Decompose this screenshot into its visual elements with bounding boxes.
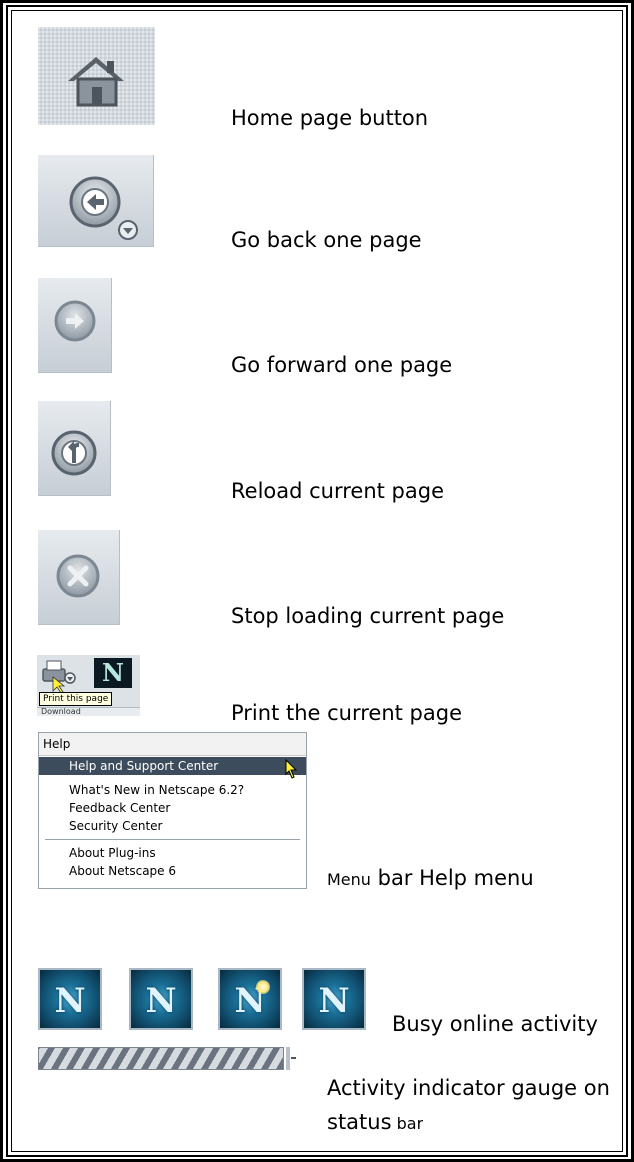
menu-item-feedback-center[interactable]: Feedback Center (39, 799, 306, 817)
gauge-tick (291, 1057, 296, 1059)
netscape-n-icon: N (145, 981, 177, 1021)
gauge-end-cap (286, 1047, 290, 1070)
menu-item-help-support-center[interactable]: Help and Support Center (39, 757, 306, 779)
reload-button[interactable] (38, 401, 111, 496)
gauge-caption-status: status (327, 1110, 392, 1134)
cursor-icon (285, 759, 298, 779)
menu-item-security-center[interactable]: Security Center (39, 817, 306, 835)
stop-caption: Stop loading current page (231, 604, 505, 628)
menu-bar[interactable]: Help (39, 733, 306, 756)
back-button[interactable] (38, 155, 154, 247)
activity-caption: Busy online activity (392, 1012, 598, 1036)
reload-icon (51, 430, 97, 476)
gauge-caption-line1: Activity indicator gauge on (327, 1076, 610, 1100)
home-button[interactable] (38, 27, 155, 125)
back-arrow-icon (69, 176, 138, 240)
stop-button[interactable] (38, 530, 120, 625)
print-caption: Print the current page (231, 701, 462, 725)
gauge-caption-bar: bar (391, 1114, 424, 1133)
activity-tile-2: N (129, 968, 193, 1030)
gauge-caption-line2: status bar (327, 1110, 423, 1156)
netscape-n-icon: N (54, 981, 86, 1021)
menu-item-about-plugins[interactable]: About Plug-ins (39, 844, 306, 862)
activity-gauge (38, 1047, 284, 1070)
strip-label: Download (41, 707, 81, 716)
help-caption-menu: Menu (327, 870, 371, 889)
menu-item-whats-new[interactable]: What's New in Netscape 6.2? (39, 781, 306, 799)
netscape-n-icon: N (318, 981, 350, 1021)
menu-item-label: Help and Support Center (69, 759, 219, 773)
activity-tile-1: N (38, 968, 102, 1030)
print-icon[interactable] (37, 655, 87, 693)
menu-item-about-netscape[interactable]: About Netscape 6 (39, 862, 306, 880)
netscape-n-icon: N (234, 981, 266, 1021)
forward-button[interactable] (38, 278, 112, 373)
print-tooltip: Print this page (39, 692, 113, 706)
comet-glow-icon (256, 980, 270, 994)
toolbar-strip: Download (37, 707, 140, 716)
reload-caption: Reload current page (231, 479, 445, 503)
menu-title-help[interactable]: Help (43, 737, 70, 751)
home-icon (38, 27, 155, 125)
forward-caption: Go forward one page (231, 353, 453, 377)
activity-tile-4: N (302, 968, 366, 1030)
help-menu: Help Help and Support Center What's New … (38, 732, 307, 889)
netscape-n-logo[interactable]: N (94, 658, 132, 688)
help-caption-rest: bar Help menu (370, 866, 534, 890)
home-caption: Home page button (231, 106, 429, 130)
forward-arrow-icon (54, 300, 96, 342)
activity-tile-3: N (218, 968, 282, 1030)
back-caption: Go back one page (231, 228, 422, 252)
stop-icon (56, 554, 100, 598)
menu-separator (45, 839, 300, 840)
help-menu-caption: Menu bar Help menu (327, 866, 534, 892)
print-toolbar-snippet: N Download Print this page (37, 655, 140, 716)
